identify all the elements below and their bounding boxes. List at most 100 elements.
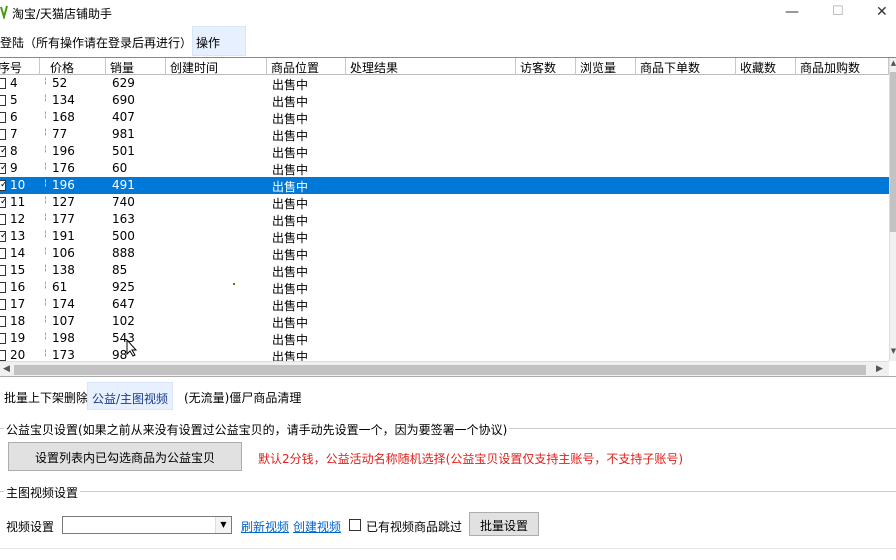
- menu-operate[interactable]: 操作: [192, 26, 246, 56]
- row-checkbox[interactable]: [0, 214, 6, 225]
- vertical-scroll-thumb[interactable]: [890, 72, 896, 232]
- cell-location: 出售中: [272, 265, 309, 279]
- cell-no: 11: [10, 195, 26, 209]
- header-col-favorites[interactable]: 收藏数: [736, 58, 796, 75]
- row-checkbox[interactable]: [0, 248, 6, 259]
- header-col-created[interactable]: 创建时间: [166, 58, 267, 75]
- cell-no: 9: [10, 161, 18, 175]
- cell-location: 出售中: [272, 333, 309, 347]
- table-row[interactable]: ✓ 8 196 501 出售中 ¦: [0, 143, 889, 160]
- table-row[interactable]: 17 174 647 出售中 ¦: [0, 296, 889, 313]
- row-checkbox[interactable]: [0, 333, 6, 344]
- table-row[interactable]: 12 177 163 出售中 ¦: [0, 211, 889, 228]
- charity-note: 默认2分钱，公益活动名称随机选择(公益宝贝设置仅支持主账号，不支持子账号): [258, 452, 684, 466]
- cell-sales: 740: [112, 195, 135, 209]
- charity-group-title: 公益宝贝设置(如果之前从来没有设置过公益宝贝的，请手动先设置一个，因为要签署一个…: [4, 421, 510, 438]
- cell-sales: 981: [112, 127, 135, 141]
- cell-sales: 500: [112, 229, 135, 243]
- table-row[interactable]: ✓ 9 176 60 出售中 ¦: [0, 160, 889, 177]
- table-row[interactable]: ✓ 11 127 740 出售中 ¦: [0, 194, 889, 211]
- menu-login[interactable]: 登陆（所有操作请在登录后再进行）: [0, 34, 192, 51]
- horizontal-scrollbar[interactable]: ◀ ▶: [0, 361, 889, 376]
- refresh-video-link[interactable]: 刷新视频: [241, 518, 289, 535]
- row-checkbox[interactable]: ✓: [0, 180, 6, 191]
- table-row[interactable]: 7 77 981 出售中 ¦: [0, 126, 889, 143]
- maximize-button[interactable]: ☐: [832, 4, 844, 20]
- cell-price: 176: [52, 161, 75, 175]
- table-row[interactable]: ✓ 13 191 500 出售中 ¦: [0, 228, 889, 245]
- close-button[interactable]: ✕: [876, 4, 888, 20]
- video-select[interactable]: ▼: [62, 516, 232, 534]
- row-checkbox[interactable]: [0, 350, 6, 361]
- window-title: 淘宝/天猫店铺助手: [12, 7, 113, 21]
- row-checkbox[interactable]: ✓: [0, 231, 6, 242]
- header-col-pageviews[interactable]: 浏览量: [576, 58, 636, 75]
- header-col-visitors[interactable]: 访客数: [516, 58, 576, 75]
- title-bar: 淘宝/天猫店铺助手 — ☐ ✕: [0, 0, 896, 26]
- row-checkbox[interactable]: ✓: [0, 197, 6, 208]
- cell-no: 18: [10, 314, 26, 328]
- bottom-divider: [0, 548, 896, 549]
- create-video-link[interactable]: 创建视频: [293, 518, 341, 535]
- row-separator-mark: ¦: [44, 314, 47, 323]
- scroll-left-icon[interactable]: ◀: [3, 364, 10, 374]
- header-col-price[interactable]: 价格: [46, 58, 106, 75]
- cell-price: 196: [52, 144, 75, 158]
- header-col-sales[interactable]: 销量: [106, 58, 166, 75]
- row-separator-mark: ¦: [44, 212, 47, 221]
- table-row[interactable]: 16 61 925 出售中 ¦: [0, 279, 889, 296]
- table-row[interactable]: 4 52 629 出售中 ¦: [0, 75, 889, 92]
- cell-price: 196: [52, 178, 75, 192]
- mouse-cursor-icon: [126, 339, 138, 357]
- scroll-up-icon[interactable]: ▲: [890, 59, 896, 67]
- chevron-down-icon[interactable]: ▼: [215, 517, 231, 533]
- tab-1[interactable]: 公益/主图视频: [87, 382, 174, 410]
- header-col-result[interactable]: 处理结果: [346, 58, 516, 75]
- row-checkbox[interactable]: [0, 282, 6, 293]
- batch-set-button[interactable]: 批量设置: [469, 512, 539, 536]
- cell-sales: 85: [112, 263, 128, 277]
- table-row[interactable]: 5 134 690 出售中 ¦: [0, 92, 889, 109]
- row-checkbox[interactable]: [0, 316, 6, 327]
- row-checkbox[interactable]: [0, 265, 6, 276]
- cell-no: 15: [10, 263, 26, 277]
- horizontal-scroll-thumb[interactable]: [14, 365, 866, 375]
- cell-location: 出售中: [272, 231, 309, 245]
- table-row[interactable]: ✓ 10 196 491 出售中 ¦: [0, 177, 889, 194]
- cell-price: 174: [52, 297, 75, 311]
- set-charity-button[interactable]: 设置列表内已勾选商品为公益宝贝: [8, 442, 242, 471]
- tab-2[interactable]: (无流量)僵尸商品清理: [180, 382, 305, 410]
- header-col-cart[interactable]: 商品加购数: [796, 58, 889, 75]
- row-separator-mark: ¦: [44, 127, 47, 136]
- cell-no: 7: [10, 127, 18, 141]
- header-col-orders[interactable]: 商品下单数: [636, 58, 736, 75]
- minimize-button[interactable]: —: [785, 4, 799, 20]
- vertical-scrollbar[interactable]: ▲ ▼: [889, 58, 896, 361]
- row-checkbox[interactable]: [0, 78, 6, 89]
- table-row[interactable]: 15 138 85 出售中 ¦: [0, 262, 889, 279]
- scroll-down-icon[interactable]: ▼: [890, 347, 896, 355]
- row-checkbox[interactable]: ✓: [0, 163, 6, 174]
- tab-0[interactable]: 批量上下架删除: [0, 382, 92, 410]
- header-col-location[interactable]: 商品位置: [267, 58, 346, 75]
- cell-sales: 888: [112, 246, 135, 260]
- cell-location: 出售中: [272, 78, 309, 92]
- scroll-right-icon[interactable]: ▶: [876, 364, 883, 374]
- row-checkbox[interactable]: [0, 299, 6, 310]
- skip-existing-checkbox[interactable]: [349, 519, 361, 531]
- row-separator-mark: ¦: [44, 195, 47, 204]
- header-col-no[interactable]: 序号: [0, 58, 40, 75]
- row-separator-mark: ¦: [44, 280, 47, 289]
- cell-price: 177: [52, 212, 75, 226]
- app-logo-icon: [0, 5, 8, 19]
- row-checkbox[interactable]: [0, 112, 6, 123]
- table-row[interactable]: 14 106 888 出售中 ¦: [0, 245, 889, 262]
- cell-price: 106: [52, 246, 75, 260]
- cell-price: 134: [52, 93, 75, 107]
- row-checkbox[interactable]: [0, 95, 6, 106]
- table-row[interactable]: 18 107 102 出售中 ¦: [0, 313, 889, 330]
- cell-no: 13: [10, 229, 26, 243]
- table-row[interactable]: 6 168 407 出售中 ¦: [0, 109, 889, 126]
- row-checkbox[interactable]: ✓: [0, 146, 6, 157]
- row-checkbox[interactable]: [0, 129, 6, 140]
